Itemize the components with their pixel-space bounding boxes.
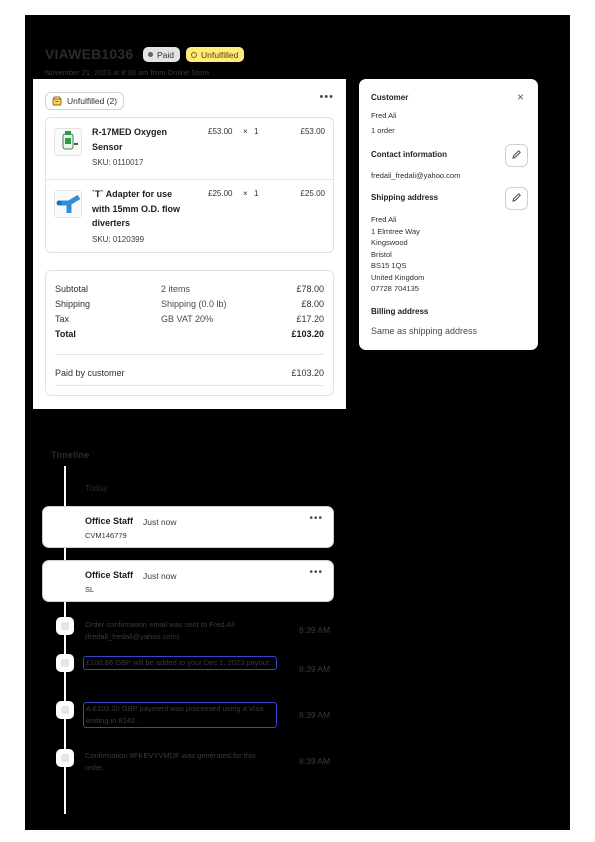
line-item-price: £53.00 bbox=[208, 127, 233, 136]
timeline-comment[interactable]: Office Staff Just now CVM146779 ••• bbox=[42, 506, 334, 548]
timeline-comment[interactable]: Office Staff Just now SL ••• bbox=[42, 560, 334, 602]
timeline-event-icon bbox=[56, 617, 74, 635]
line-item-qty: 1 bbox=[254, 189, 259, 198]
paid-amount: £103.20 bbox=[291, 368, 324, 378]
line-item-sku: SKU: 0120399 bbox=[92, 235, 145, 244]
address-line: BS15 1QS bbox=[371, 261, 407, 270]
summary-divider bbox=[55, 385, 324, 386]
timeline-event-time: 8:39 AM bbox=[299, 625, 331, 635]
shipping-detail: Shipping (0.0 lb) bbox=[161, 299, 227, 309]
comment-text: SL bbox=[85, 585, 95, 594]
unfulfilled-badge-label: Unfulfilled bbox=[201, 49, 239, 60]
line-item-name[interactable]: `T` Adapter for use with 15mm O.D. flow … bbox=[92, 187, 192, 231]
timeline-event-time: 8:39 AM bbox=[299, 756, 331, 766]
timeline-today: Today bbox=[85, 483, 108, 493]
phone-number[interactable]: 07728 704135 bbox=[371, 283, 419, 295]
unfulfilled-status-pill: Unfulfilled (2) bbox=[45, 92, 125, 110]
paid-label: Paid by customer bbox=[55, 368, 125, 378]
subtotal-label: Subtotal bbox=[55, 284, 89, 294]
comment-author: Office Staff bbox=[85, 570, 134, 580]
timeline-event-text: Confirmation #FKEVYVMDF was generated fo… bbox=[85, 751, 256, 772]
subtotal-amount: £78.00 bbox=[296, 284, 324, 294]
package-icon bbox=[52, 96, 62, 106]
timeline-title: Timeline bbox=[51, 450, 90, 461]
comment-text: CVM146779 bbox=[85, 531, 127, 540]
edit-shipping-button[interactable] bbox=[505, 187, 528, 210]
contact-heading: Contact information bbox=[371, 150, 447, 159]
address-line: Fred Ali bbox=[371, 215, 397, 224]
timeline-event-time: 8:39 AM bbox=[299, 664, 331, 674]
unfulfilled-badge: Unfulfilled bbox=[186, 47, 245, 62]
tax-label: Tax bbox=[55, 314, 70, 324]
subtotal-detail: 2 items bbox=[161, 284, 191, 294]
total-label: Total bbox=[55, 329, 76, 339]
shipping-row: Shipping Shipping (0.0 lb) £8.00 bbox=[55, 299, 324, 313]
comment-time: Just now bbox=[143, 571, 177, 581]
line-item-times: × bbox=[243, 189, 248, 198]
unfulfilled-ring-icon bbox=[191, 51, 197, 58]
payout-event-link[interactable]: £100.86 GBP will be added to your Dec 1,… bbox=[83, 656, 277, 670]
pencil-icon bbox=[511, 190, 522, 208]
timeline-event-icon bbox=[56, 654, 74, 672]
address-line: 1 Elmtree Way bbox=[371, 226, 420, 236]
total-row: Total £103.20 bbox=[55, 329, 324, 343]
tax-row: Tax GB VAT 20% £17.20 bbox=[55, 314, 324, 328]
total-amount: £103.20 bbox=[291, 329, 324, 339]
line-item-name[interactable]: R-17MED Oxygen Sensor bbox=[92, 125, 192, 154]
shipping-address-heading: Shipping address bbox=[371, 193, 439, 202]
shipping-amount: £8.00 bbox=[301, 299, 324, 309]
line-item: R-17MED Oxygen Sensor SKU: 0110017 £53.0… bbox=[46, 118, 333, 179]
payment-summary: Subtotal 2 items £78.00 Shipping Shippin… bbox=[45, 270, 334, 396]
shipping-label: Shipping bbox=[55, 299, 91, 309]
line-item-total: £53.00 bbox=[300, 127, 325, 136]
tax-detail: GB VAT 20% bbox=[161, 314, 214, 324]
timeline-event-icon bbox=[56, 701, 74, 719]
comment-more-icon[interactable]: ••• bbox=[309, 513, 323, 524]
comment-time: Just now bbox=[143, 517, 177, 527]
customer-heading: Customer bbox=[371, 93, 409, 102]
fulfillment-card: Unfulfilled (2) ••• R-17MED Oxygen Senso… bbox=[33, 79, 346, 409]
billing-address-text: Same as shipping address bbox=[371, 326, 478, 336]
tax-amount: £17.20 bbox=[296, 314, 324, 324]
order-title: VIAWEB1036 bbox=[45, 46, 134, 62]
customer-name[interactable]: Fred Ali bbox=[371, 110, 396, 122]
paid-dot-icon bbox=[148, 52, 153, 57]
subtotal-row: Subtotal 2 items £78.00 bbox=[55, 284, 324, 298]
unfulfilled-status-label: Unfulfilled (2) bbox=[67, 96, 118, 106]
customer-email[interactable]: fredali_fredali@yahoo.com bbox=[371, 170, 460, 182]
address-line: Kingswood bbox=[371, 238, 408, 247]
line-item-total: £25.00 bbox=[300, 189, 325, 198]
paid-row: Paid by customer £103.20 bbox=[55, 368, 324, 382]
customer-orders[interactable]: 1 order bbox=[371, 125, 395, 137]
line-item-price: £25.00 bbox=[208, 189, 233, 198]
comment-author: Office Staff bbox=[85, 516, 134, 526]
paid-badge: Paid bbox=[143, 47, 181, 62]
line-item-sku: SKU: 0110017 bbox=[92, 158, 144, 167]
customer-card: Customer × Fred Ali 1 order Contact info… bbox=[359, 79, 538, 350]
comment-more-icon[interactable]: ••• bbox=[309, 567, 323, 578]
product-thumbnail[interactable] bbox=[54, 190, 82, 218]
fulfillment-more-icon[interactable]: ••• bbox=[319, 91, 334, 103]
order-subtitle: November 21, 2023 at 8:38 am from Online… bbox=[45, 68, 210, 77]
pencil-icon bbox=[511, 147, 522, 165]
line-items: R-17MED Oxygen Sensor SKU: 0110017 £53.0… bbox=[45, 117, 334, 253]
close-icon[interactable]: × bbox=[517, 90, 524, 104]
payment-event-link[interactable]: A £103.20 GBP payment was processed usin… bbox=[83, 702, 277, 728]
line-item-qty: 1 bbox=[254, 127, 259, 136]
line-item: `T` Adapter for use with 15mm O.D. flow … bbox=[46, 179, 333, 254]
paid-badge-label: Paid bbox=[157, 49, 175, 60]
address-line: Bristol bbox=[371, 249, 392, 259]
timeline-event-icon bbox=[56, 749, 74, 767]
address-line: United Kingdom bbox=[371, 272, 425, 282]
billing-address-heading: Billing address bbox=[371, 307, 429, 316]
timeline-event-text: Order confirmation email was sent to Fre… bbox=[85, 620, 235, 641]
edit-contact-button[interactable] bbox=[505, 144, 528, 167]
summary-divider bbox=[55, 354, 324, 355]
line-item-times: × bbox=[243, 127, 248, 136]
timeline-event-time: 8:39 AM bbox=[299, 710, 331, 720]
product-thumbnail[interactable] bbox=[54, 128, 82, 156]
